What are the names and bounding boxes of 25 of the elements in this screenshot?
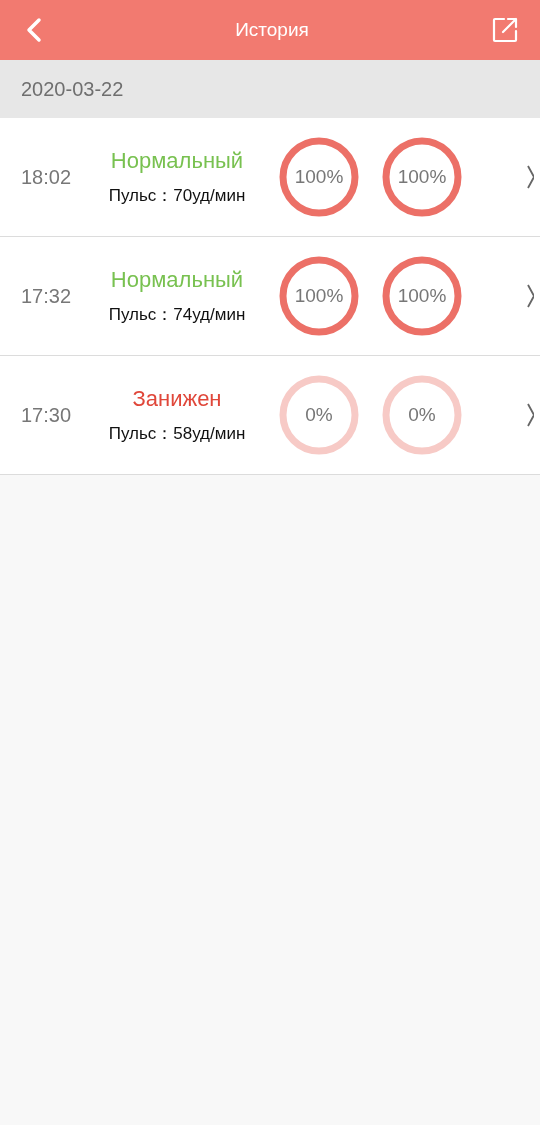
pulse-reading: Пульс：74уд/мин [108, 303, 246, 326]
ring-percent: 100% [294, 285, 344, 307]
page-title: История [234, 19, 310, 41]
history-row[interactable]: 18:02 Нормальный Пульс：70уд/мин 100% 100% [0, 118, 540, 237]
record-time: 18:02 [20, 165, 73, 189]
record-time: 17:32 [20, 284, 73, 308]
ring-percent: 100% [397, 166, 447, 188]
pulse-reading: Пульс：70уд/мин [108, 184, 246, 207]
status-label: Занижен [132, 385, 222, 412]
status-label: Нормальный [110, 147, 244, 174]
ring-percent: 0% [305, 404, 333, 426]
back-icon[interactable] [26, 17, 42, 43]
pulse-reading: Пульс：58уд/мин [108, 422, 246, 445]
status-label: Нормальный [110, 266, 244, 293]
ring-percent: 100% [397, 285, 447, 307]
chevron-icon [527, 284, 534, 308]
share-icon[interactable] [492, 17, 518, 43]
chevron-icon [527, 403, 534, 427]
date-label: 2020-03-22 [21, 77, 124, 101]
record-time: 17:30 [20, 403, 73, 427]
ring-percent: 0% [408, 404, 436, 426]
history-row[interactable]: 17:32 Нормальный Пульс：74уд/мин 100% 100% [0, 237, 540, 356]
chevron-icon [527, 165, 534, 189]
ring-percent: 100% [294, 166, 344, 188]
history-row[interactable]: 17:30 Занижен Пульс：58уд/мин 0% 0% [0, 356, 540, 475]
